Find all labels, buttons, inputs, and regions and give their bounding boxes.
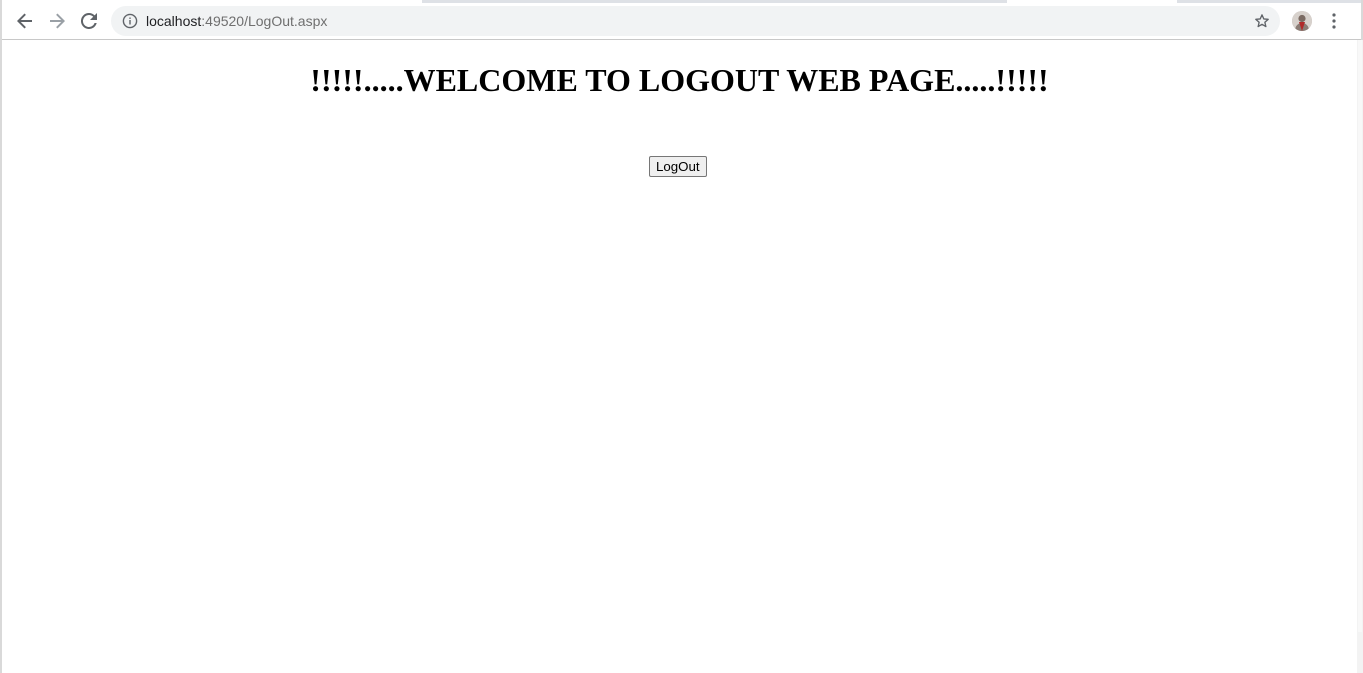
star-icon: [1255, 14, 1269, 28]
avatar[interactable]: [1292, 11, 1312, 31]
vertical-scrollbar[interactable]: [1357, 40, 1363, 673]
page-content: !!!!!.....WELCOME TO LOGOUT WEB PAGE....…: [2, 40, 1357, 673]
url-path: :49520/LogOut.aspx: [201, 13, 328, 29]
reload-button[interactable]: [75, 7, 103, 35]
url-host: localhost: [146, 13, 202, 29]
profile-avatar-icon: [1292, 11, 1312, 31]
browser-window: localhost:49520/LogOut.aspx !!!!!.....WE…: [0, 0, 1363, 673]
back-arrow-icon: [17, 13, 32, 29]
browser-menu-button[interactable]: [1322, 7, 1346, 35]
browser-toolbar: localhost:49520/LogOut.aspx: [2, 3, 1361, 40]
logout-button[interactable]: LogOut: [649, 156, 707, 177]
forward-arrow-icon: [50, 13, 65, 29]
forward-button[interactable]: [43, 7, 71, 35]
kebab-menu-icon: [1332, 13, 1336, 29]
reload-icon: [81, 13, 97, 29]
back-button[interactable]: [11, 7, 39, 35]
url-text[interactable]: localhost:49520/LogOut.aspx: [146, 6, 327, 36]
page-title: !!!!!.....WELCOME TO LOGOUT WEB PAGE....…: [310, 62, 1049, 98]
info-icon[interactable]: [122, 13, 138, 29]
scrollbar-thumb[interactable]: [1358, 40, 1362, 632]
bookmark-button[interactable]: [1252, 11, 1272, 31]
address-bar[interactable]: localhost:49520/LogOut.aspx: [111, 6, 1280, 36]
